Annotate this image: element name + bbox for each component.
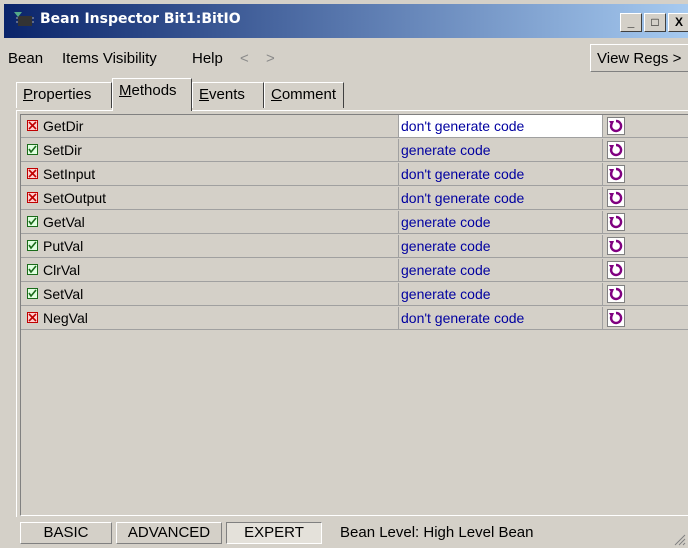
tab-comment-label: omment <box>281 86 337 103</box>
method-name: SetOutput <box>43 190 107 206</box>
tab-methods-accel: M <box>119 82 132 99</box>
reset-icon[interactable] <box>607 141 625 159</box>
tab-properties[interactable]: Properties <box>16 82 112 108</box>
method-value[interactable]: generate code <box>399 139 603 162</box>
reset-cell <box>603 115 688 138</box>
tab-events[interactable]: Events <box>192 82 264 108</box>
reset-cell <box>603 259 688 282</box>
reset-cell <box>603 307 688 330</box>
method-value[interactable]: generate code <box>399 211 603 234</box>
method-value[interactable]: generate code <box>399 235 603 258</box>
method-value[interactable]: don't generate code <box>399 163 603 186</box>
reset-icon[interactable] <box>607 309 625 327</box>
reset-cell <box>603 283 688 306</box>
method-value[interactable]: don't generate code <box>399 115 603 138</box>
method-value[interactable]: generate code <box>399 283 603 306</box>
method-name-cell[interactable]: NegVal <box>21 307 399 330</box>
method-name: SetVal <box>43 286 84 302</box>
table-row[interactable]: GetDir don't generate code <box>21 115 688 139</box>
method-name-cell[interactable]: ClrVal <box>21 259 399 282</box>
view-regs-button[interactable]: View Regs > <box>590 44 688 72</box>
method-name-cell[interactable]: SetDir <box>21 139 399 162</box>
reset-cell <box>603 235 688 258</box>
status-bar: BASIC ADVANCED EXPERT Bean Level: High L… <box>0 516 688 548</box>
back-arrow-icon[interactable]: < <box>240 50 249 67</box>
disabled-check-icon[interactable] <box>27 192 38 203</box>
close-button[interactable]: X <box>668 13 688 32</box>
method-name-cell[interactable]: GetVal <box>21 211 399 234</box>
tab-methods-label: ethods <box>131 82 177 99</box>
method-name-cell[interactable]: SetInput <box>21 163 399 186</box>
reset-icon[interactable] <box>607 237 625 255</box>
tab-comment[interactable]: Comment <box>264 82 344 108</box>
disabled-check-icon[interactable] <box>27 168 38 179</box>
reset-icon[interactable] <box>607 165 625 183</box>
disabled-check-icon[interactable] <box>27 312 38 323</box>
table-row[interactable]: NegVal don't generate code <box>21 307 688 331</box>
method-value[interactable]: don't generate code <box>399 187 603 210</box>
methods-grid: GetDir don't generate code SetDir generate … <box>20 114 688 516</box>
method-name: NegVal <box>43 310 88 326</box>
menu-bar: Bean Items Visibility Help < > <box>4 44 688 72</box>
table-row[interactable]: SetDir generate code <box>21 139 688 163</box>
method-name-cell[interactable]: PutVal <box>21 235 399 258</box>
reset-icon[interactable] <box>607 261 625 279</box>
method-name-cell[interactable]: SetOutput <box>21 187 399 210</box>
reset-icon[interactable] <box>607 117 625 135</box>
menu-items-visibility[interactable]: Items Visibility <box>62 50 157 67</box>
minimize-button[interactable]: _ <box>620 13 642 32</box>
table-row[interactable]: GetVal generate code <box>21 211 688 235</box>
resize-grip-icon[interactable] <box>674 534 686 546</box>
title-bar: Bean Inspector Bit1:BitIO _ □ X <box>4 4 688 38</box>
enabled-check-icon[interactable] <box>27 216 38 227</box>
method-name: GetDir <box>43 118 84 134</box>
enabled-check-icon[interactable] <box>27 288 38 299</box>
table-row[interactable]: SetInput don't generate code <box>21 163 688 187</box>
enabled-check-icon[interactable] <box>27 144 38 155</box>
table-row[interactable]: SetVal generate code <box>21 283 688 307</box>
disabled-check-icon[interactable] <box>27 120 38 131</box>
tab-events-accel: E <box>199 86 210 103</box>
method-value[interactable]: don't generate code <box>399 307 603 330</box>
reset-cell <box>603 139 688 162</box>
app-icon <box>14 12 34 26</box>
expert-button[interactable]: EXPERT <box>226 522 322 544</box>
maximize-button[interactable]: □ <box>644 13 666 32</box>
method-name: GetVal <box>43 214 85 230</box>
method-name-cell[interactable]: SetVal <box>21 283 399 306</box>
reset-cell <box>603 163 688 186</box>
reset-cell <box>603 187 688 210</box>
reset-icon[interactable] <box>607 189 625 207</box>
table-row[interactable]: ClrVal generate code <box>21 259 688 283</box>
enabled-check-icon[interactable] <box>27 240 38 251</box>
tab-properties-accel: P <box>23 86 34 103</box>
table-row[interactable]: SetOutput don't generate code <box>21 187 688 211</box>
menu-help[interactable]: Help <box>192 50 223 67</box>
method-name-cell[interactable]: GetDir <box>21 115 399 138</box>
tab-methods[interactable]: Methods <box>112 78 192 111</box>
method-name: PutVal <box>43 238 84 254</box>
enabled-check-icon[interactable] <box>27 264 38 275</box>
method-name: SetDir <box>43 142 82 158</box>
table-row[interactable]: PutVal generate code <box>21 235 688 259</box>
tab-properties-label: roperties <box>33 86 92 103</box>
method-name: ClrVal <box>43 262 81 278</box>
tab-comment-accel: C <box>271 86 282 103</box>
method-value[interactable]: generate code <box>399 259 603 282</box>
tab-events-label: vents <box>209 86 245 103</box>
method-name: SetInput <box>43 166 96 182</box>
reset-icon[interactable] <box>607 285 625 303</box>
reset-icon[interactable] <box>607 213 625 231</box>
basic-button[interactable]: BASIC <box>20 522 112 544</box>
window-title: Bean Inspector Bit1:BitIO <box>40 11 241 27</box>
forward-arrow-icon[interactable]: > <box>266 50 275 67</box>
menu-bean[interactable]: Bean <box>8 50 43 67</box>
advanced-button[interactable]: ADVANCED <box>116 522 222 544</box>
bean-level-label: Bean Level: High Level Bean <box>340 524 534 541</box>
reset-cell <box>603 211 688 234</box>
